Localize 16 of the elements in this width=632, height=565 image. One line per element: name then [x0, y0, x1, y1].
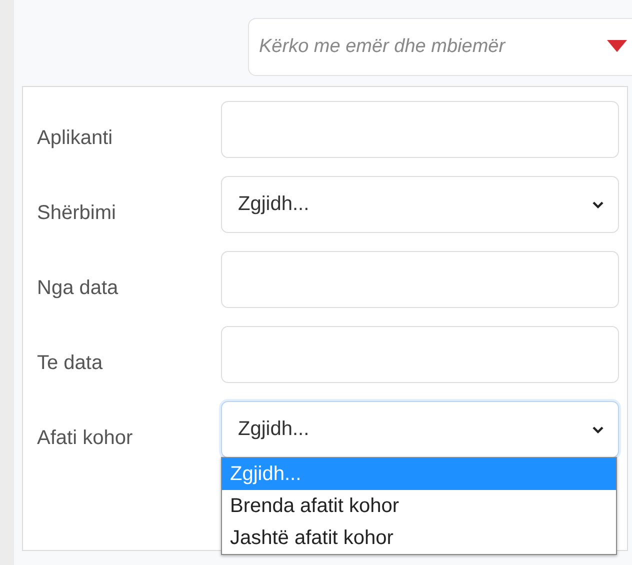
chevron-down-icon [592, 426, 604, 434]
field-label: Shërbimi [37, 201, 117, 225]
dropdown-triangle-icon[interactable] [607, 40, 627, 54]
field-label: Aplikanti [37, 126, 114, 150]
select-field[interactable]: Zgjidh... [221, 176, 619, 233]
dropdown-option[interactable]: Brenda afatit kohor [222, 490, 616, 522]
text-field[interactable] [221, 251, 619, 308]
field-label: Afati kohor [37, 426, 134, 450]
select-field[interactable]: Zgjidh... [221, 401, 619, 458]
search-field[interactable]: Kërko me emër dhe mbiemër [248, 18, 632, 76]
dropdown-option[interactable]: Jashtë afatit kohor [222, 522, 616, 554]
text-field[interactable] [221, 101, 619, 158]
field-label: Nga data [37, 276, 120, 300]
text-field[interactable] [221, 326, 619, 383]
field-label: Te data [37, 351, 104, 375]
chevron-down-icon [592, 200, 604, 208]
